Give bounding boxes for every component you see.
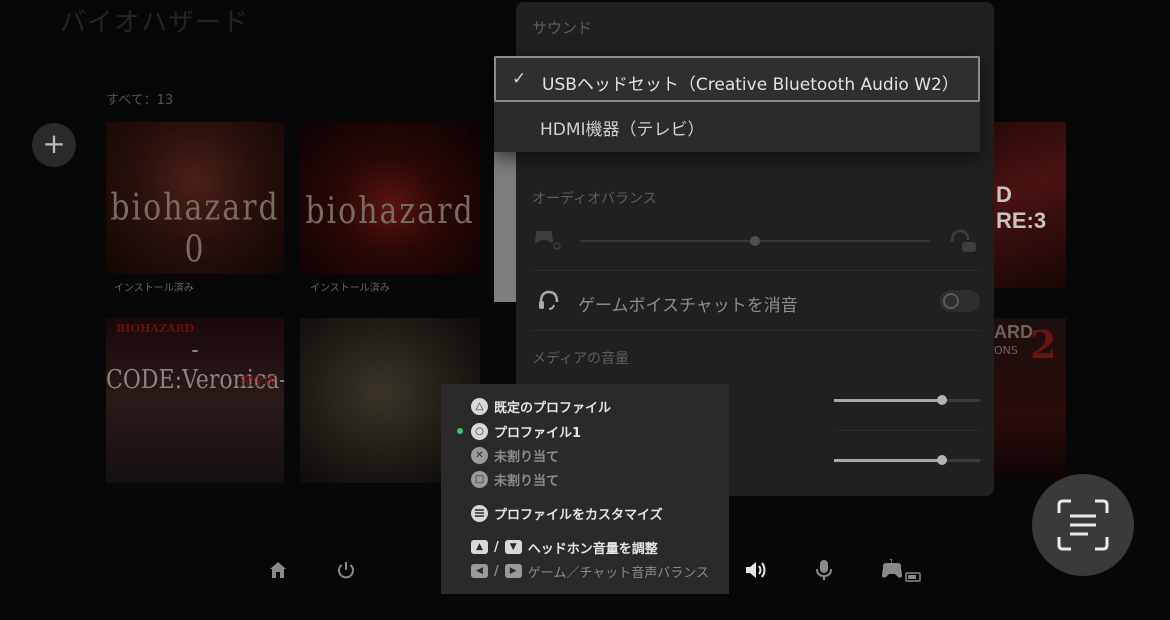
scroll-indicator — [494, 150, 516, 302]
game-art-subtitle: 完全版 — [239, 374, 276, 388]
customize-label: プロファイルをカスタマイズ — [494, 507, 663, 523]
headset-balance-icon — [948, 228, 978, 258]
mute-voice-chat-toggle[interactable] — [940, 290, 980, 312]
mic-icon[interactable] — [815, 559, 833, 586]
headphone-volume-hint: ▲ / ▼ ヘッドホン音量を調整 — [471, 537, 658, 557]
toggle-knob — [943, 293, 959, 309]
game-art-title: D RE:3 — [996, 182, 1047, 233]
volume-knob[interactable] — [937, 395, 948, 405]
profile-item-label: 未割り当て — [494, 449, 560, 465]
game-art-title: biohazard 0 — [110, 187, 280, 271]
game-art-title: biohazard — [305, 190, 475, 233]
headphone-volume-label: ヘッドホン音量を調整 — [527, 541, 658, 557]
dpad-up-icon: ▲ — [471, 540, 488, 554]
triangle-button-icon: △ — [471, 397, 488, 415]
audio-balance-knob[interactable] — [750, 236, 760, 246]
controller-number: 1 — [889, 558, 895, 567]
separator: / — [494, 539, 499, 555]
square-button-icon: □ — [471, 470, 488, 488]
chat-balance-hint: ◀ / ▶ ゲーム／チャット音声バランス — [471, 561, 709, 581]
library-count: すべて：13 — [106, 93, 174, 108]
separator: / — [494, 563, 499, 579]
add-button[interactable]: + — [32, 123, 76, 167]
profile-item-label: プロファイル1 — [494, 425, 582, 441]
profile-item-label: 既定のプロファイル — [494, 400, 612, 416]
controller-icon[interactable] — [880, 559, 924, 592]
customize-profile-item[interactable]: プロファイルをカスタマイズ — [471, 503, 663, 523]
volume-slider[interactable] — [834, 455, 980, 465]
volume-fill — [834, 459, 943, 462]
volume-fill — [834, 399, 943, 402]
profile-popup: △ 既定のプロファイル ○ プロファイル1 ✕ 未割り当て □ 未割り当て プロ… — [441, 384, 729, 594]
install-status: インストール済み — [114, 283, 194, 294]
chat-balance-label: ゲーム／チャット音声バランス — [527, 565, 709, 581]
active-indicator — [457, 428, 463, 434]
output-option-hdmi[interactable]: HDMI機器（テレビ） — [494, 102, 980, 148]
game-tile-code-veronica[interactable]: BIOHAZARD -CODE:Veronica- 完全版 — [106, 318, 284, 483]
profile-item-default[interactable]: △ 既定のプロファイル — [471, 396, 611, 416]
page-title: バイオハザード — [60, 8, 250, 38]
headset-mute-icon — [538, 289, 560, 319]
divider — [532, 270, 980, 271]
game-art-subtitle: ONS — [994, 344, 1018, 357]
capture-button[interactable] — [1032, 474, 1134, 576]
mute-voice-chat-label: ゲームボイスチャットを消音 — [578, 296, 798, 316]
dpad-down-icon: ▼ — [504, 540, 522, 554]
output-option-label: HDMI機器（テレビ） — [540, 120, 705, 140]
dpad-right-icon: ▶ — [504, 564, 522, 578]
game-tile-biohazard-0[interactable]: biohazard 0 — [106, 122, 284, 274]
cross-button-icon: ✕ — [471, 446, 488, 464]
home-icon[interactable] — [268, 560, 288, 585]
circle-button-icon: ○ — [471, 422, 488, 440]
media-volume-title: メディアの音量 — [532, 351, 630, 367]
text-scan-icon — [1057, 499, 1109, 551]
profile-item-label: 未割り当て — [494, 473, 560, 489]
game-art-tag: BIOHAZARD — [116, 322, 195, 335]
install-status: インストール済み — [310, 283, 390, 294]
volume-knob[interactable] — [937, 455, 948, 465]
check-icon: ✓ — [512, 69, 527, 89]
profile-item-unassigned[interactable]: □ 未割り当て — [471, 469, 559, 489]
sound-panel-title: サウンド — [532, 19, 593, 37]
output-device-dropdown: ✓ USBヘッドセット（Creative Bluetooth Audio W2）… — [494, 56, 980, 152]
game-art-number: 2 — [1030, 322, 1057, 367]
power-icon[interactable] — [336, 560, 356, 585]
dpad-left-icon: ◀ — [471, 564, 488, 578]
game-tile-revelations-2[interactable]: ARD ONS 2 — [994, 318, 1066, 478]
output-option-label: USBヘッドセット（Creative Bluetooth Audio W2） — [542, 75, 959, 95]
game-tile-biohazard[interactable]: biohazard — [300, 122, 480, 274]
speaker-icon[interactable] — [744, 559, 768, 586]
profile-item-unassigned[interactable]: ✕ 未割り当て — [471, 445, 559, 465]
game-tile-re3[interactable]: D RE:3 — [994, 122, 1066, 288]
divider — [532, 330, 980, 331]
options-button-icon — [471, 504, 488, 522]
controller-balance-icon — [534, 228, 564, 256]
profile-item-1[interactable]: ○ プロファイル1 — [471, 421, 581, 441]
audio-balance-title: オーディオバランス — [532, 191, 657, 207]
audio-balance-slider[interactable] — [580, 236, 930, 246]
divider — [834, 430, 980, 431]
volume-slider[interactable] — [834, 395, 980, 405]
output-option-usb-headset[interactable]: ✓ USBヘッドセット（Creative Bluetooth Audio W2） — [494, 56, 980, 102]
